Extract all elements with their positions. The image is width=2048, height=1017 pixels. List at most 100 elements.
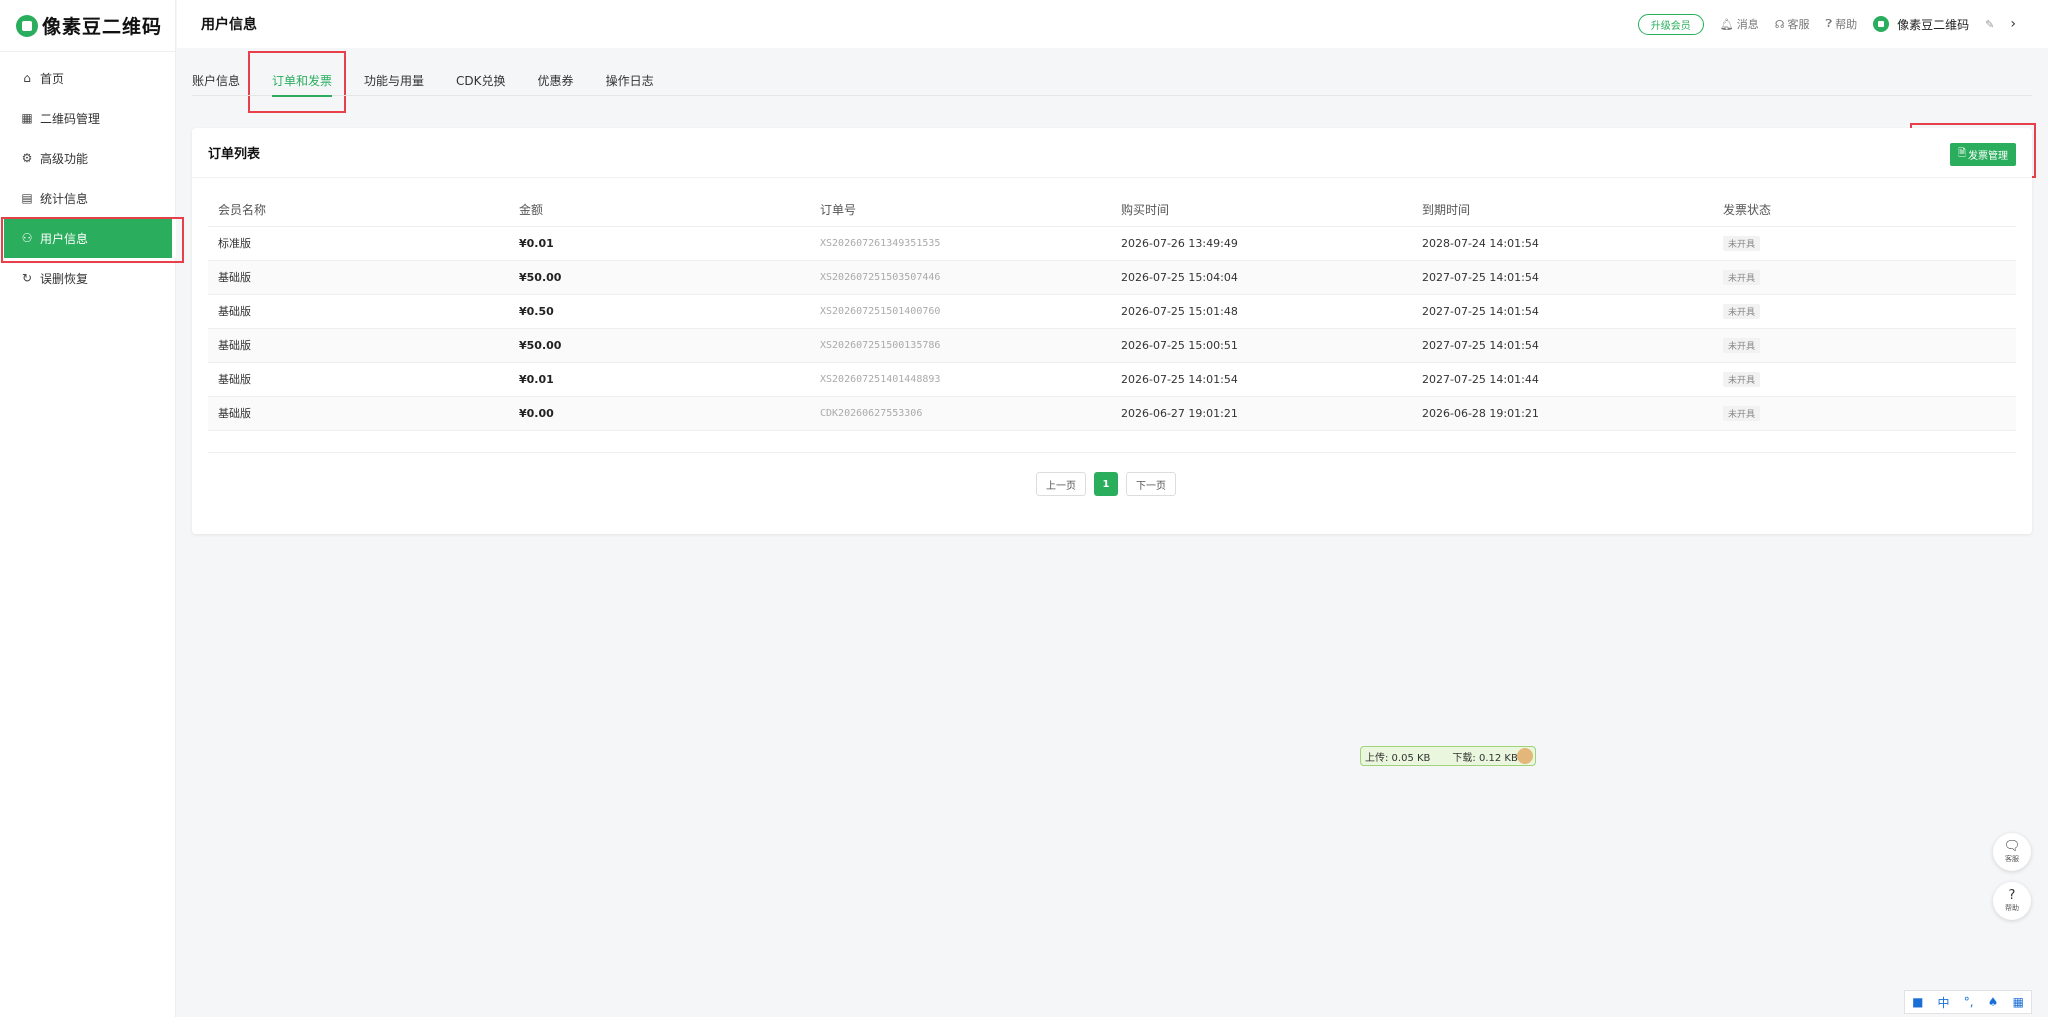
plan-name-cell: 标准版: [208, 226, 509, 261]
sidebar-item-label: 统计信息: [40, 191, 89, 206]
tab-coupons[interactable]: 优惠券: [538, 64, 574, 96]
top-bar: 用户信息 升级会员 🔔︎ 消息 ☊ 客服 ❓︎ 帮助 像素豆二维码 ✎ ›: [177, 0, 2048, 48]
upgrade-button[interactable]: 升级会员: [1637, 13, 1704, 35]
sidebar: 像素豆二维码 ⌂ 首页 ▦ 二维码管理 ⚙ 高级功能 ▤ 统计信息 ⚇ 用户信息…: [0, 0, 176, 1017]
order-number-cell: XS202607251503507446: [810, 260, 1111, 295]
expiry-time-cell: 2026-06-28 19:01:21: [1412, 396, 1713, 431]
messages-label: 消息: [1736, 18, 1759, 31]
expiry-time-cell: 2027-07-25 14:01:54: [1412, 328, 1713, 363]
tab-operation-log[interactable]: 操作日志: [606, 64, 654, 96]
highlight-box-sidebar: [1, 217, 184, 263]
order-number-cell: CDK20260627553306: [810, 396, 1111, 431]
gear-icon: ⚙: [21, 151, 33, 165]
column-header: 到期时间: [1412, 194, 1713, 227]
invoice-button-label: 发票管理: [1968, 151, 2008, 162]
floating-service-label: 客服: [2005, 855, 2019, 863]
ime-skin-icon[interactable]: ♠: [1988, 995, 1999, 1009]
bell-icon: 🔔︎: [1719, 17, 1734, 31]
sidebar-item-home[interactable]: ⌂ 首页: [0, 58, 175, 98]
invoice-status-cell: 未开具: [1713, 294, 2016, 329]
column-header: 订单号: [810, 194, 1111, 227]
status-badge: 未开具: [1723, 405, 1761, 421]
user-avatar[interactable]: [1873, 16, 1890, 32]
amount-cell: ¥50.00: [509, 328, 810, 363]
tab-orders-invoices[interactable]: 订单和发票: [272, 64, 333, 97]
order-number-cell: XS202607261349351535: [810, 226, 1111, 261]
invoice-status-cell: 未开具: [1713, 260, 2016, 295]
table-header-row: 会员名称 金额 订单号 购买时间 到期时间 发票状态: [208, 194, 2016, 227]
tab-account-info[interactable]: 账户信息: [192, 64, 240, 96]
purchase-time-cell: 2026-07-26 13:49:49: [1111, 226, 1412, 261]
amount-cell: ¥50.00: [509, 260, 810, 295]
purchase-time-cell: 2026-07-25 14:01:54: [1111, 362, 1412, 397]
logo-icon: [16, 14, 38, 37]
table-row: 基础版 ¥0.00 CDK20260627553306 2026-06-27 1…: [208, 396, 2016, 431]
table-row: 基础版 ¥50.00 XS202607251500135786 2026-07-…: [208, 328, 2016, 363]
ime-toolbar: ■ 中 °, ♠ ▦: [1904, 990, 2032, 1014]
expiry-time-cell: 2027-07-25 14:01:54: [1412, 260, 1713, 295]
sidebar-item-advanced[interactable]: ⚙ 高级功能: [0, 138, 175, 178]
user-name[interactable]: 像素豆二维码: [1897, 16, 1969, 33]
prev-page-button[interactable]: 上一页: [1036, 472, 1086, 496]
sidebar-item-label: 高级功能: [40, 151, 89, 166]
app-logo[interactable]: 像素豆二维码: [0, 0, 175, 52]
tab-features-usage[interactable]: 功能与用量: [364, 64, 424, 96]
messages-link[interactable]: 🔔︎ 消息: [1720, 16, 1759, 32]
help-link[interactable]: ❓︎ 帮助: [1826, 16, 1858, 32]
page-title: 用户信息: [201, 17, 257, 33]
column-header: 会员名称: [208, 194, 509, 227]
orders-table: 会员名称 金额 订单号 购买时间 到期时间 发票状态 标准版 ¥0.01 XS2…: [208, 194, 2016, 431]
next-page-button[interactable]: 下一页: [1126, 472, 1176, 496]
table-row: 标准版 ¥0.01 XS202607261349351535 2026-07-2…: [208, 226, 2016, 261]
sidebar-item-label: 误删恢复: [40, 271, 89, 286]
floating-service-button[interactable]: 🗨︎ 客服: [1993, 833, 2031, 871]
status-badge: 未开具: [1723, 371, 1761, 387]
status-badge: 未开具: [1723, 269, 1761, 285]
service-link[interactable]: ☊ 客服: [1775, 16, 1810, 32]
floating-help-button[interactable]: ? 帮助: [1993, 882, 2031, 920]
table-row: 基础版 ¥0.01 XS202607251401448893 2026-07-2…: [208, 362, 2016, 397]
sidebar-item-statistics[interactable]: ▤ 统计信息: [0, 178, 175, 218]
restore-icon: ↻: [21, 271, 33, 285]
orders-title: 订单列表: [208, 147, 261, 162]
expiry-time-cell: 2027-07-25 14:01:54: [1412, 294, 1713, 329]
floating-help-label: 帮助: [2005, 904, 2019, 912]
purchase-time-cell: 2026-07-25 15:04:04: [1111, 260, 1412, 295]
ime-grid-icon[interactable]: ▦: [2013, 995, 2024, 1009]
tab-cdk-redeem[interactable]: CDK兑换: [456, 64, 506, 96]
amount-cell: ¥0.00: [509, 396, 810, 431]
sidebar-item-label: 二维码管理: [40, 111, 101, 126]
orders-card: 订单列表 🗎︎ 发票管理 会员名称 金额 订单号 购买时间 到期时间 发票状态 …: [192, 128, 2032, 534]
service-label: 客服: [1787, 18, 1810, 31]
tab-bar: 账户信息 订单和发票 功能与用量 CDK兑换 优惠券 操作日志: [192, 64, 2032, 97]
invoice-status-cell: 未开具: [1713, 328, 2016, 363]
grid-icon: ▦: [21, 111, 33, 125]
ime-language-toggle[interactable]: 中: [1938, 994, 1950, 1011]
ime-logo-icon[interactable]: ■: [1912, 995, 1923, 1009]
page-number-button[interactable]: 1: [1094, 472, 1118, 496]
plan-name-cell: 基础版: [208, 362, 509, 397]
status-badge: 未开具: [1723, 235, 1761, 251]
headset-icon: ☊: [1774, 17, 1785, 31]
sidebar-item-label: 首页: [40, 71, 65, 86]
edit-icon[interactable]: ✎: [1985, 18, 1994, 31]
document-icon: 🗎︎: [1957, 148, 1966, 159]
pagination: 上一页 1 下一页: [1036, 472, 1176, 496]
status-badge: 未开具: [1723, 337, 1761, 353]
home-icon: ⌂: [23, 71, 31, 85]
invoice-management-button[interactable]: 🗎︎ 发票管理: [1949, 143, 2016, 166]
orders-card-header: 订单列表: [192, 128, 2032, 178]
invoice-status-cell: 未开具: [1713, 362, 2016, 397]
purchase-time-cell: 2026-07-25 15:01:48: [1111, 294, 1412, 329]
sidebar-item-qrcode-management[interactable]: ▦ 二维码管理: [0, 98, 175, 138]
ime-punctuation-icon[interactable]: °,: [1964, 995, 1974, 1009]
network-speed-widget[interactable]: 上传: 0.05 KB 下载: 0.12 KB: [1360, 746, 1536, 766]
chevron-right-icon[interactable]: ›: [2010, 16, 2016, 32]
order-number-cell: XS202607251500135786: [810, 328, 1111, 363]
plan-name-cell: 基础版: [208, 396, 509, 431]
plan-name-cell: 基础版: [208, 328, 509, 363]
sidebar-item-restore[interactable]: ↻ 误删恢复: [0, 258, 175, 298]
order-number-cell: XS202607251501400760: [810, 294, 1111, 329]
status-badge: 未开具: [1723, 303, 1761, 319]
order-number-cell: XS202607251401448893: [810, 362, 1111, 397]
